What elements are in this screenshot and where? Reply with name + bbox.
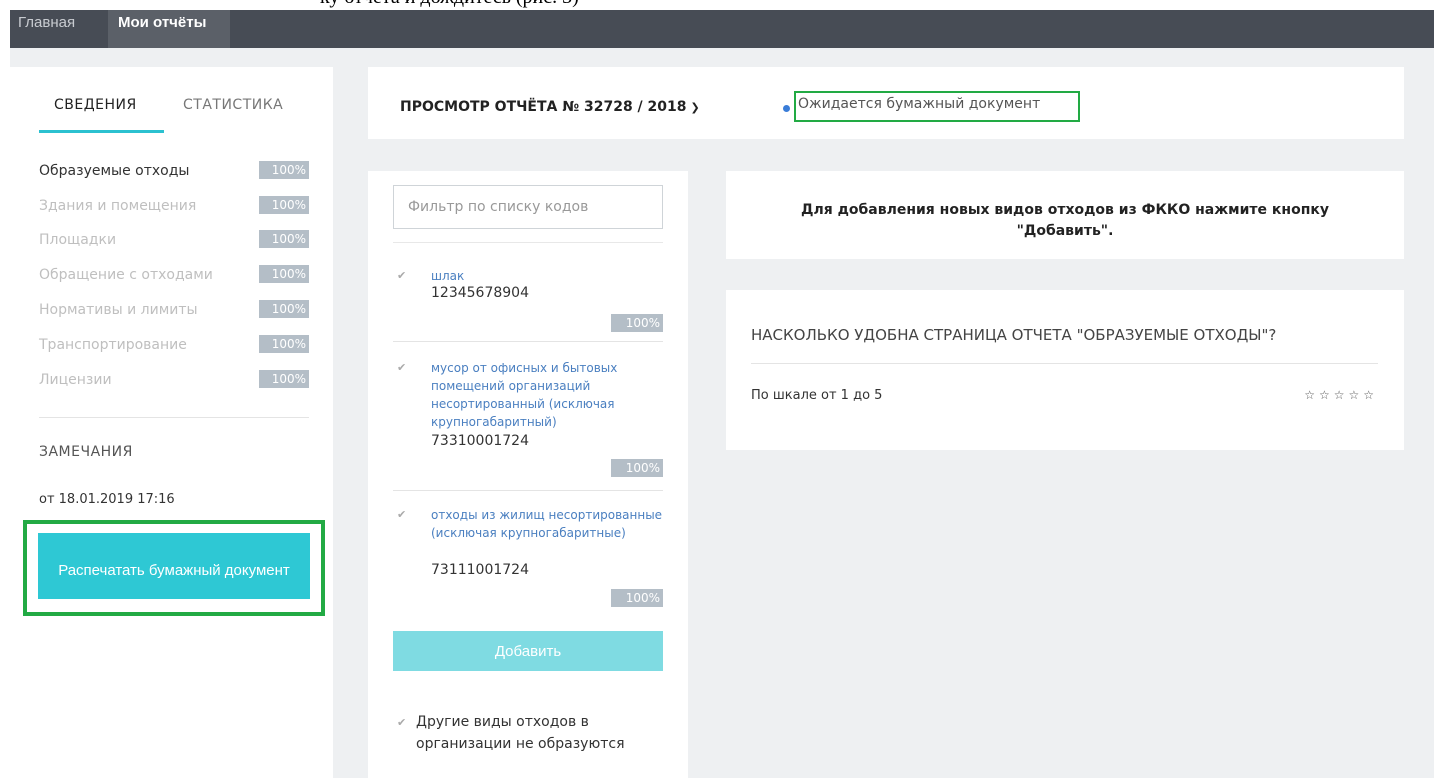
progress-badge: 100% bbox=[259, 265, 309, 283]
active-tab-indicator bbox=[39, 130, 164, 133]
list-item[interactable]: ✔ шлак 12345678904 100% bbox=[393, 267, 663, 337]
progress-badge: 100% bbox=[611, 314, 663, 332]
waste-code: 73111001724 bbox=[431, 562, 529, 578]
no-other-waste-label[interactable]: Другие виды отходов в организации не обр… bbox=[416, 711, 666, 755]
nav-my-reports[interactable]: Мои отчёты bbox=[108, 10, 230, 48]
sidebar: СВЕДЕНИЯ СТАТИСТИКА Образуемые отходы 10… bbox=[10, 67, 333, 778]
list-item[interactable]: ✔ мусор от офисных и бытовых помещений о… bbox=[393, 359, 663, 479]
progress-badge: 100% bbox=[259, 161, 309, 179]
survey-title: НАСКОЛЬКО УДОБНА СТРАНИЦА ОТЧЕТА "ОБРАЗУ… bbox=[751, 326, 1277, 344]
star-rating-icon[interactable]: ☆☆☆☆☆ bbox=[1304, 388, 1378, 402]
sidebar-item-buildings[interactable]: Здания и помещения 100% bbox=[39, 196, 309, 218]
checkbox-checked-icon[interactable]: ✔ bbox=[397, 361, 406, 374]
report-title: ПРОСМОТР ОТЧЁТА № 32728 / 2018 bbox=[400, 99, 687, 115]
feedback-survey: НАСКОЛЬКО УДОБНА СТРАНИЦА ОТЧЕТА "ОБРАЗУ… bbox=[726, 290, 1404, 450]
checkbox-checked-icon[interactable]: ✔ bbox=[397, 508, 406, 521]
sidebar-item-sites[interactable]: Площадки 100% bbox=[39, 230, 309, 252]
waste-name[interactable]: отходы из жилищ несортированные (исключа… bbox=[431, 506, 663, 542]
divider bbox=[393, 242, 663, 243]
codes-filter-input[interactable] bbox=[393, 185, 663, 229]
waste-code: 73310001724 bbox=[431, 433, 529, 449]
sidebar-item-label: Обращение с отходами bbox=[39, 267, 213, 283]
top-navigation: Главная Мои отчёты bbox=[10, 10, 1434, 48]
sidebar-item-label: Нормативы и лимиты bbox=[39, 302, 198, 318]
divider bbox=[39, 417, 309, 418]
add-instructions-text: Для добавления новых видов отходов из ФК… bbox=[800, 202, 1329, 239]
survey-scale-label: По шкале от 1 до 5 bbox=[751, 388, 883, 403]
sidebar-item-licenses[interactable]: Лицензии 100% bbox=[39, 370, 309, 392]
divider bbox=[393, 490, 663, 491]
add-instructions-panel: Для добавления новых видов отходов из ФК… bbox=[726, 171, 1404, 259]
sidebar-item-label: Здания и помещения bbox=[39, 198, 197, 214]
waste-name[interactable]: мусор от офисных и бытовых помещений орг… bbox=[431, 359, 663, 431]
checkbox-checked-icon[interactable]: ✔ bbox=[397, 716, 406, 729]
sidebar-item-generated-waste[interactable]: Образуемые отходы 100% bbox=[39, 161, 309, 183]
sidebar-item-label: Площадки bbox=[39, 232, 117, 248]
tab-info[interactable]: СВЕДЕНИЯ bbox=[54, 97, 137, 113]
remarks-date[interactable]: от 18.01.2019 17:16 bbox=[39, 492, 175, 507]
tab-statistics[interactable]: СТАТИСТИКА bbox=[183, 97, 283, 113]
sidebar-item-label: Лицензии bbox=[39, 372, 112, 388]
progress-badge: 100% bbox=[611, 459, 663, 477]
progress-badge: 100% bbox=[259, 300, 309, 318]
divider bbox=[393, 341, 663, 342]
report-title-dropdown[interactable]: ПРОСМОТР ОТЧЁТА № 32728 / 2018 ❯ bbox=[400, 99, 700, 115]
sidebar-item-waste-handling[interactable]: Обращение с отходами 100% bbox=[39, 265, 309, 287]
sidebar-item-norms-limits[interactable]: Нормативы и лимиты 100% bbox=[39, 300, 309, 322]
print-paper-document-button[interactable]: Распечатать бумажный документ bbox=[38, 533, 310, 599]
progress-badge: 100% bbox=[259, 196, 309, 214]
divider bbox=[751, 363, 1378, 364]
progress-badge: 100% bbox=[259, 230, 309, 248]
sidebar-item-transportation[interactable]: Транспортирование 100% bbox=[39, 335, 309, 357]
progress-badge: 100% bbox=[259, 370, 309, 388]
add-button[interactable]: Добавить bbox=[393, 631, 663, 671]
page-content: СВЕДЕНИЯ СТАТИСТИКА Образуемые отходы 10… bbox=[10, 48, 1434, 778]
report-header: ПРОСМОТР ОТЧЁТА № 32728 / 2018 ❯ Ожидаетс… bbox=[368, 67, 1404, 139]
status-label: Ожидается бумажный документ bbox=[798, 96, 1041, 112]
progress-badge: 100% bbox=[611, 589, 663, 607]
progress-badge: 100% bbox=[259, 335, 309, 353]
document-text: ку отчёта и дождитесь (рис. 3) bbox=[320, 0, 579, 9]
waste-codes-panel: ✔ шлак 12345678904 100% ✔ мусор от офисн… bbox=[368, 171, 688, 778]
sidebar-item-label: Транспортирование bbox=[39, 337, 187, 353]
remarks-title: ЗАМЕЧАНИЯ bbox=[39, 444, 133, 460]
chevron-down-icon: ❯ bbox=[690, 101, 700, 114]
waste-code: 12345678904 bbox=[431, 285, 529, 301]
sidebar-item-label: Образуемые отходы bbox=[39, 163, 190, 179]
waste-name[interactable]: шлак bbox=[431, 267, 663, 285]
nav-home[interactable]: Главная bbox=[10, 10, 83, 48]
checkbox-checked-icon[interactable]: ✔ bbox=[397, 269, 406, 282]
status-dot-icon bbox=[783, 105, 790, 112]
list-item[interactable]: ✔ отходы из жилищ несортированные (исклю… bbox=[393, 506, 663, 608]
document-text-fragment: ку отчёта и дождитесь (рис. 3) bbox=[0, 0, 1436, 10]
